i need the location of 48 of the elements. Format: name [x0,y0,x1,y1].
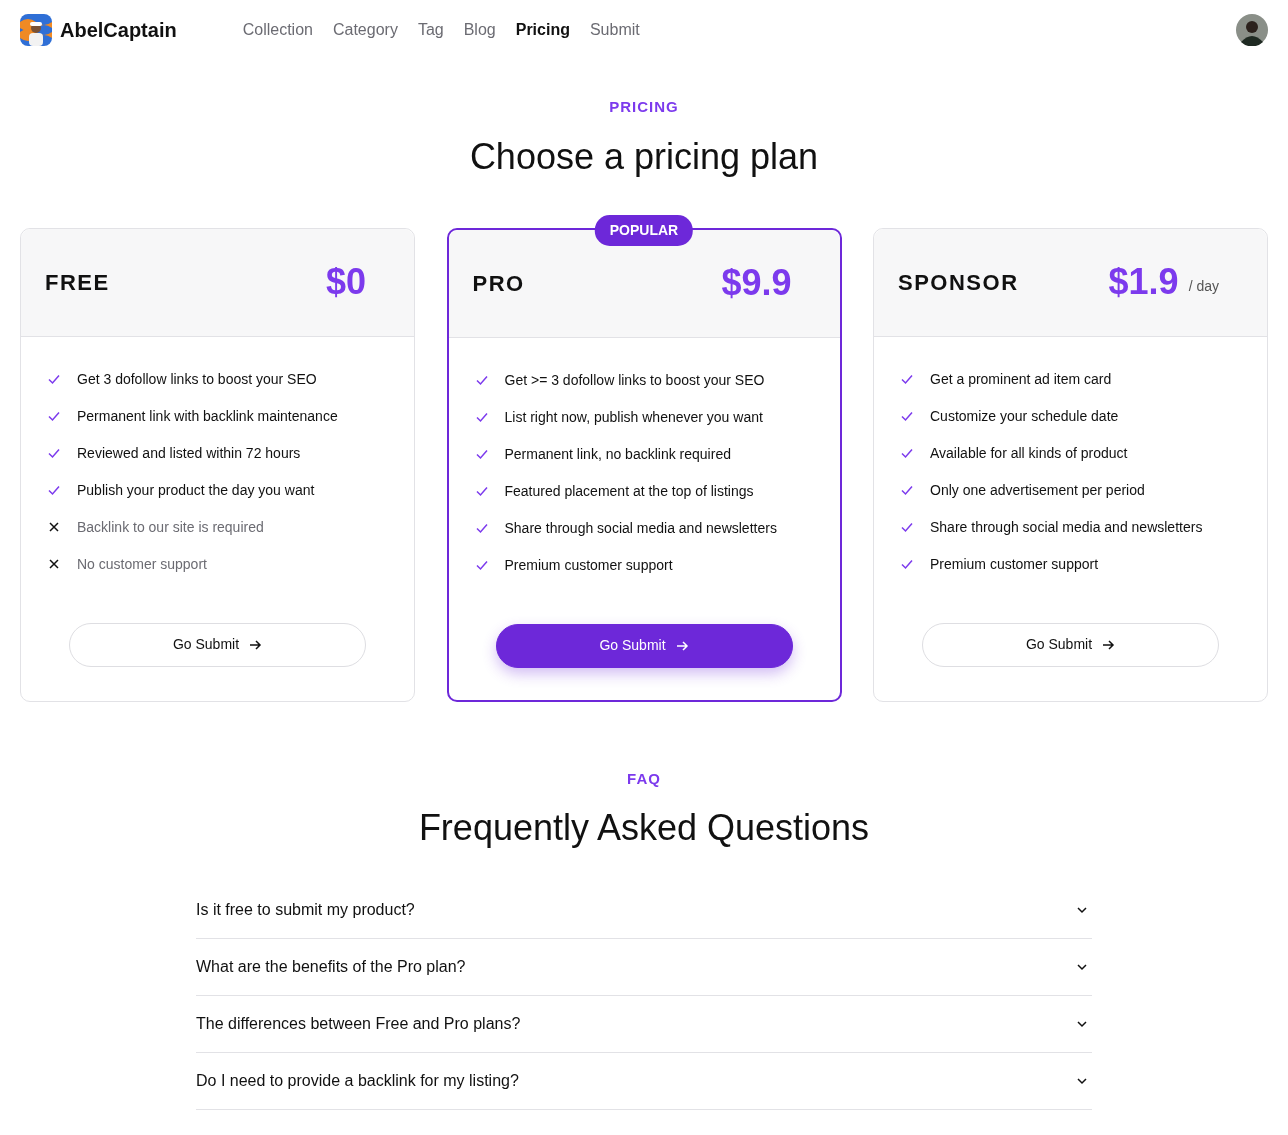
feature-text: Get a prominent ad item card [930,369,1112,389]
submit-button[interactable]: Go Submit [495,623,793,668]
submit-button[interactable]: Go Submit [922,622,1219,667]
plan-name: SPONSOR [898,268,1019,297]
feature-text: Available for all kinds of product [930,443,1128,463]
feature-text: Premium customer support [930,554,1099,574]
feature-text: Share through social media and newsletters [930,517,1203,537]
feature-text: Featured placement at the top of listings [504,481,754,501]
feature-text: Reviewed and listed within 72 hours [77,443,301,463]
price-period: / day [1188,276,1219,296]
feature-text: No customer support [77,554,207,574]
popular-badge: POPULAR [594,214,694,246]
nav-link[interactable]: Submit [579,18,650,42]
section-title: Frequently Asked Questions [417,806,871,850]
section-label: PRICING [608,97,680,117]
faq-item[interactable]: Is it free to submit my product? [196,882,1092,940]
feature-text: Permanent link with backlink maintenance [77,406,338,426]
feature-text: List right now, publish whenever you want [504,407,763,427]
nav-link[interactable]: Pricing [505,18,580,42]
plan-name: FREE [45,268,110,297]
feature-text: Permanent link, no backlink required [504,444,731,464]
arrow-icon [248,637,263,652]
feature-text: Get >= 3 dofollow links to boost your SEO [504,370,765,390]
nav-link[interactable]: Blog [453,18,506,42]
feature-text: Premium customer support [504,555,673,575]
feature-text: Only one advertisement per period [930,480,1145,500]
brand-name[interactable]: AbelCaptain [60,15,177,45]
arrow-icon [1101,637,1116,652]
avatar[interactable] [1236,14,1268,46]
plan-price: $9.9 [721,261,792,306]
nav-link[interactable]: Tag [407,18,454,42]
nav-link[interactable]: Collection [232,18,323,42]
faq-item[interactable]: Do I need to provide a backlink for my listing? [196,1053,1092,1111]
arrow-icon [674,638,689,653]
feature-text: Get 3 dofollow links to boost your SEO [77,369,317,389]
section-label: FAQ [626,768,662,789]
submit-button[interactable]: Go Submit [69,622,366,667]
feature-text: Share through social media and newsletters [504,518,777,538]
nav-link[interactable]: Category [322,18,408,42]
faq-item[interactable]: What are the benefits of the Pro plan? [196,939,1092,997]
faq-item[interactable]: The differences between Free and Pro plans? [196,996,1092,1054]
feature-text: Publish your product the day you want [77,480,315,500]
plan-price: $1.9 [1108,260,1179,305]
feature-text: Customize your schedule date [930,406,1119,426]
plan-price: $0 [325,260,366,305]
plan-name: PRO [472,269,525,298]
feature-text: Backlink to our site is required [77,517,264,537]
section-title: Choose a pricing plan [468,134,820,178]
